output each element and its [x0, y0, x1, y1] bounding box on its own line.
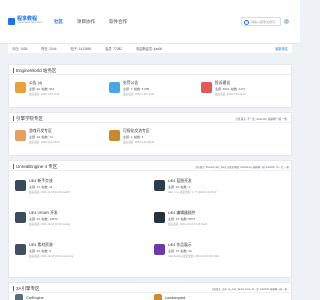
gamepad-icon: [15, 130, 26, 141]
forum-stats: 主题: 21, 帖数: 11: [29, 185, 53, 189]
forum-name[interactable]: UE4 素材资源: [29, 243, 53, 248]
forum-item[interactable]: UE4 作品展示 主题: 15, 帖数: 32 UE4 Knitting 最近更…: [154, 241, 289, 263]
section-unreal-engine-4: UnrealEngine 4 专区 分区版主: Screwdy, Esc_San…: [8, 160, 292, 278]
forum-item[interactable]: Lumberyard: [154, 294, 254, 300]
user-avatar-icon[interactable]: [284, 19, 289, 24]
section-header: EngineWorld 站务区: [9, 65, 291, 75]
forum-last-post[interactable]: 最后发表: 2024-12-18 18:21 yanyoong: [29, 254, 73, 258]
stat-members: 会员: 77082: [105, 47, 123, 51]
forum-item[interactable]: 投诉建议 主题: 4014, 帖数: 1477 最后发表: 2024-7-22 …: [201, 79, 289, 101]
nav-item-projects[interactable]: 项目协作: [77, 19, 95, 25]
forum-last-post[interactable]: UE4_C++ 最近更新: 1 个 2024-12-2 20:22: [168, 190, 216, 194]
forum-item[interactable]: UE4 蓝图开发 主题: 10, 帖数: 4 UE4_C++ 最近更新: 1 个…: [154, 177, 289, 199]
forum-stats: 主题: 15, 帖数: 32: [168, 249, 192, 253]
gavel-icon: [109, 82, 120, 93]
forum-stats: 主题: 16, 帖数: 8873: [168, 217, 196, 221]
forum-name[interactable]: UE4 VR/AR 开发: [29, 211, 58, 216]
forum-item[interactable]: 游戏开发专区 主题: 19, 帖数: 14 最后发表: 2024-3-11 23…: [15, 127, 100, 149]
rank-link[interactable]: 最新排名: [275, 46, 288, 51]
forum-item[interactable]: 可视化交流专区 主题: 1, 帖数: 4 最后发表: 2024-3-18 18:…: [109, 127, 194, 149]
unreal-logo-icon: [15, 180, 26, 191]
section-site-affairs: EngineWorld 站务区 公告 (4) 主题: 20, 帖数: 516 最…: [8, 64, 292, 108]
forum-stats: 主题: 4014, 帖数: 1477: [215, 87, 246, 91]
stat-today: 今日: 1026: [12, 47, 28, 51]
forum-item[interactable]: 处罚公告 主题: 7, 帖数: 3,995 最后发表: 2024-7-28 14…: [109, 79, 194, 101]
forum-item[interactable]: 公告 (4) 主题: 20, 帖数: 516 最后发表: 2024-7-28 1…: [15, 79, 100, 101]
forum-last-post[interactable]: 最后发表: 2024-3-18 18:38: [123, 140, 154, 144]
section-engine-academy: 引擎学院专区 分区版主: 不一定, lettar100, 楠楠啊一楠 一帆 游戏…: [8, 112, 292, 156]
section-moderators: 分区版主: 无声, og_Just_Sanas, lunas, 不一定, let…: [211, 289, 287, 291]
forum-name[interactable]: 投诉建议: [215, 81, 230, 86]
forum-name[interactable]: UE4 新手交流: [29, 179, 53, 184]
main-nav: 社区 项目协作 软件合作: [54, 19, 127, 25]
assets-icon: [15, 244, 26, 255]
forum-stats: 主题: 19, 帖数: 14: [29, 135, 53, 139]
section-header: UnrealEngine 4 专区 分区版主: Screwdy, Esc_San…: [9, 161, 291, 171]
section-header: 引擎学院专区 分区版主: 不一定, lettar100, 楠楠啊一楠 一帆: [9, 113, 291, 123]
section-title[interactable]: 引擎学院专区: [13, 116, 43, 121]
forum-name[interactable]: CryEngine: [26, 296, 44, 300]
section-title[interactable]: 3A引擎专区: [13, 286, 40, 291]
forum-item[interactable]: UE4 新手交流 主题: 21, 帖数: 11 最后发表: 2024-12-18…: [15, 177, 135, 199]
nav-item-community[interactable]: 社区: [54, 19, 63, 25]
stat-yesterday: 昨日: 2044: [41, 47, 57, 51]
search-input[interactable]: 请输入搜索关键词: [241, 17, 281, 26]
forum-stats: 主题: 12, 帖数: 6: [29, 249, 52, 253]
logo-subtitle: CHENGXIANG JIAOCHENG: [17, 22, 43, 24]
forum-stats: 主题: 1, 帖数: 4: [123, 135, 144, 139]
forum-item[interactable]: UE4 编辑器插件 主题: 16, 帖数: 8873 最后发表: 2024-12…: [154, 209, 289, 231]
lumberyard-icon: [154, 294, 162, 300]
blueprint-icon: [154, 180, 165, 191]
section-3a-engines: 3A引擎专区 分区版主: 无声, og_Just_Sanas, lunas, 不…: [8, 282, 292, 300]
stat-posts: 帖子: 1413496: [70, 47, 92, 51]
section-title[interactable]: EngineWorld 站务区: [13, 68, 56, 73]
forum-stats: 主题: 12, 帖数: 14972: [29, 217, 58, 221]
site-logo[interactable]: 程享教程 CHENGXIANG JIAOCHENG: [8, 17, 43, 27]
forum-last-post[interactable]: 最后发表: 2024-7-22 22:51: [215, 92, 246, 96]
forum-name[interactable]: 处罚公告: [123, 81, 138, 86]
section-moderators: 分区版主: Screwdy, Esc_Sang, 软化的地图, chandone…: [195, 167, 289, 169]
feedback-icon: [201, 82, 212, 93]
logo-mark-icon: [8, 18, 15, 25]
top-navigation-bar: 程享教程 CHENGXIANG JIAOCHENG 社区 项目协作 软件合作 请…: [0, 0, 300, 44]
forum-stats: 主题: 10, 帖数: 4: [168, 185, 191, 189]
visualization-icon: [109, 130, 120, 141]
nav-item-software[interactable]: 软件合作: [109, 19, 127, 25]
forum-stats: 主题: 7, 帖数: 3,995: [123, 87, 150, 91]
showcase-icon: [154, 244, 165, 255]
forum-last-post[interactable]: 最后发表: 2024-7-28 14:09: [123, 92, 154, 96]
forum-item[interactable]: CryEngine: [15, 294, 115, 300]
forum-last-post[interactable]: 最后发表: 2024-7-28 11:32: [29, 92, 60, 96]
section-title[interactable]: UnrealEngine 4 专区: [13, 164, 57, 169]
search-placeholder: 请输入搜索关键词: [251, 20, 276, 24]
forum-name[interactable]: UE4 蓝图开发: [168, 179, 192, 184]
forum-last-post[interactable]: 最后发表: 2024-12-18 19:33 ovwiga: [29, 222, 70, 226]
forum-stats: 主题: 20, 帖数: 516: [29, 87, 55, 91]
plugin-icon: [154, 212, 165, 223]
forum-name[interactable]: 可视化交流专区: [123, 129, 150, 134]
section-moderators: 分区版主: 不一定, lettar100, 楠楠啊一楠 一帆: [235, 118, 287, 121]
forum-name[interactable]: 游戏开发专区: [29, 129, 52, 134]
vr-headset-icon: [15, 212, 26, 223]
forum-name[interactable]: UE4 作品展示: [168, 243, 192, 248]
forum-stats-bar: 今日: 1026 昨日: 2044 帖子: 1413496 会员: 77082 …: [8, 44, 292, 54]
stat-newest-member[interactable]: 欢迎新会员: jiaa00: [136, 46, 162, 51]
forum-name[interactable]: 公告 (4): [29, 81, 42, 86]
forum-last-post[interactable]: 最后发表: 2024-12-14 14:18 Noeli: [168, 222, 207, 226]
forum-name[interactable]: UE4 编辑器插件: [168, 211, 195, 216]
section-header: 3A引擎专区 分区版主: 无声, og_Just_Sanas, lunas, 不…: [9, 283, 291, 293]
forum-last-post[interactable]: 最后发表: 2024-12-18 23:49 yue2hh: [29, 190, 71, 194]
search-icon[interactable]: [244, 19, 249, 25]
forum-name[interactable]: Lumberyard: [165, 296, 185, 300]
forum-last-post[interactable]: UE4 Knitting 最近更新: 2024-11-8 9:48 mhhs: [168, 254, 219, 258]
forum-last-post[interactable]: 最后发表: 2024-3-11 23:42: [29, 140, 60, 144]
megaphone-icon: [15, 82, 26, 93]
cryengine-icon: [15, 294, 23, 300]
forum-item[interactable]: UE4 素材资源 主题: 12, 帖数: 6 最后发表: 2024-12-18 …: [15, 241, 135, 263]
forum-item[interactable]: UE4 VR/AR 开发 主题: 12, 帖数: 14972 最后发表: 202…: [15, 209, 135, 231]
